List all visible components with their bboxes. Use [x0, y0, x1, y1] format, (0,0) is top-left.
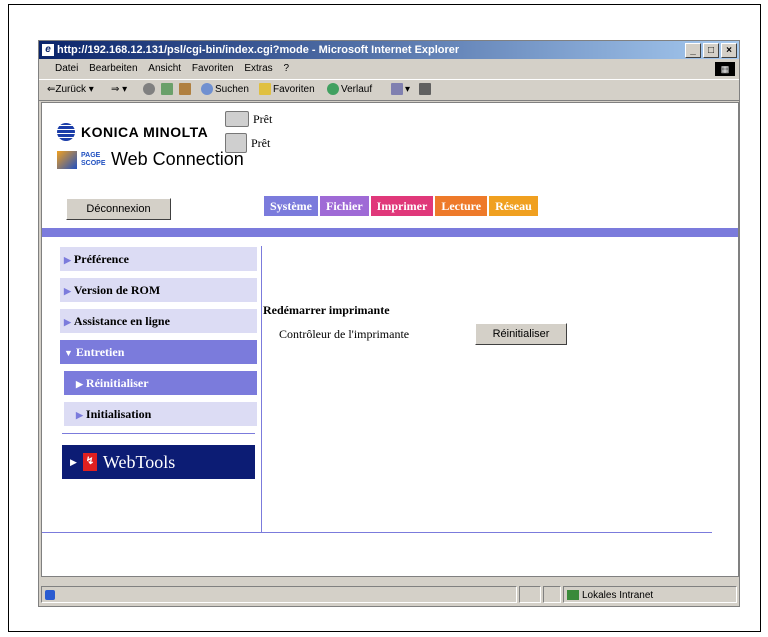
reset-button[interactable]: Réinitialiser	[475, 323, 567, 345]
sidebar-item-preference[interactable]: ▶ Préférence	[60, 247, 257, 271]
status-cell	[543, 586, 561, 603]
sidebar-item-online-assistance[interactable]: ▶ Assistance en ligne	[60, 309, 257, 333]
logout-button[interactable]: Déconnexion	[66, 198, 171, 220]
status-text: Prêt	[251, 135, 271, 150]
controller-label: Contrôleur de l'imprimante	[279, 327, 410, 341]
favorites-label: Favoriten	[273, 84, 315, 95]
sidebar: ▶ Préférence ▶ Version de ROM ▶ Assistance …	[60, 247, 257, 479]
toolbar: ⇐Zurück ▾ ⇒ ▾ Suchen Favoriten Verlauf ▾	[39, 79, 739, 101]
printer-status-1: Prêt	[225, 111, 272, 127]
vertical-divider	[261, 246, 262, 532]
triangle-right-icon: ▶	[64, 255, 71, 265]
menu-favoriten[interactable]: Favoriten	[192, 63, 234, 74]
sidebar-item-label: Assistance en ligne	[73, 314, 170, 328]
refresh-icon[interactable]	[161, 80, 175, 100]
pagescope-icon	[57, 150, 77, 169]
history-icon	[327, 83, 339, 96]
ie-logo-icon: e	[42, 44, 54, 56]
main-tabs: Système Fichier Imprimer Lecture Réseau	[264, 196, 538, 216]
webtools-link[interactable]: ▶ ↯ WebTools	[62, 445, 255, 479]
tab-imprimer[interactable]: Imprimer	[370, 196, 434, 216]
favorites-button[interactable]: Favoriten	[259, 80, 315, 100]
forward-button[interactable]: ⇒ ▾	[111, 80, 127, 100]
printer-status-2: Prêt	[225, 133, 270, 153]
intranet-icon	[567, 590, 579, 601]
menu-bar: Datei Bearbeiten Ansicht Favoriten Extra…	[39, 60, 739, 78]
triangle-right-icon: ▶	[76, 379, 83, 389]
history-button[interactable]: Verlauf	[327, 80, 372, 100]
search-label: Suchen	[215, 84, 249, 95]
status-cell	[519, 586, 541, 603]
stop-icon[interactable]	[143, 80, 157, 100]
scanner-icon	[225, 133, 247, 153]
title-bar: e http://192.168.12.131/psl/cgi-bin/inde…	[39, 41, 739, 59]
tab-label: Réseau	[495, 199, 532, 213]
windows-logo-icon: ▦	[715, 62, 735, 76]
tab-label: Fichier	[326, 199, 363, 213]
menu-ansicht[interactable]: Ansicht	[148, 63, 181, 74]
window-title: http://192.168.12.131/psl/cgi-bin/index.…	[57, 44, 460, 56]
brand-name: KONICA MINOLTA	[81, 124, 209, 140]
sidebar-subitem-reinitialiser[interactable]: ▶ Réinitialiser	[64, 371, 257, 395]
fiery-logo-icon: ↯	[82, 453, 97, 471]
printer-icon	[225, 111, 249, 127]
history-label: Verlauf	[341, 84, 373, 95]
page-title: Redémarrer imprimante	[263, 303, 390, 317]
browser-window: e http://192.168.12.131/psl/cgi-bin/inde…	[38, 40, 740, 607]
webtools-label: WebTools	[102, 451, 176, 472]
footer-divider	[42, 532, 712, 533]
tab-label: Système	[270, 199, 312, 213]
sidebar-item-entretien[interactable]: ▼ Entretien	[60, 340, 257, 364]
triangle-right-icon: ▶	[76, 410, 83, 420]
triangle-right-icon: ▶	[70, 456, 77, 467]
triangle-right-icon: ▶	[64, 286, 71, 296]
favorites-icon	[259, 83, 271, 96]
sidebar-divider	[62, 433, 255, 434]
tab-systeme[interactable]: Système	[264, 196, 318, 216]
status-text: Prêt	[253, 111, 273, 126]
status-main	[41, 586, 517, 603]
sidebar-item-rom-version[interactable]: ▶ Version de ROM	[60, 278, 257, 302]
page-content: KONICA MINOLTA PAGE SCOPE Web Connection…	[41, 102, 739, 577]
sidebar-item-label: Initialisation	[85, 407, 152, 421]
minimize-button[interactable]: _	[685, 43, 701, 58]
menu-bearbeiten[interactable]: Bearbeiten	[89, 63, 137, 74]
tab-fichier[interactable]: Fichier	[320, 196, 369, 216]
menu-datei[interactable]: Datei	[55, 63, 78, 74]
mail-icon[interactable]: ▾	[391, 80, 410, 100]
search-icon	[201, 83, 213, 96]
close-button[interactable]: ×	[721, 43, 737, 58]
home-icon[interactable]	[179, 80, 193, 100]
sidebar-subitem-initialisation[interactable]: ▶ Initialisation	[64, 402, 257, 426]
konica-minolta-logo: KONICA MINOLTA	[57, 123, 208, 141]
web-connection-logo: PAGE SCOPE Web Connection	[57, 149, 244, 170]
product-name: Web Connection	[111, 149, 244, 169]
tab-label: Imprimer	[376, 199, 428, 213]
status-bar: Lokales Intranet	[39, 585, 739, 603]
konica-minolta-globe-icon	[57, 123, 75, 141]
print-icon[interactable]	[419, 80, 433, 100]
back-button[interactable]: ⇐Zurück ▾	[47, 80, 94, 100]
tab-label: Lecture	[441, 199, 482, 213]
tab-reseau[interactable]: Réseau	[489, 196, 538, 216]
sidebar-item-label: Version de ROM	[73, 283, 161, 297]
sidebar-item-label: Réinitialiser	[85, 376, 149, 390]
maximize-button[interactable]: □	[703, 43, 719, 58]
header-divider-bar	[42, 228, 738, 237]
triangle-right-icon: ▶	[64, 317, 71, 327]
search-button[interactable]: Suchen	[201, 80, 249, 100]
back-label: ⇐Zurück	[47, 84, 86, 95]
zone-label: Lokales Intranet	[582, 590, 654, 601]
menu-help[interactable]: ?	[283, 63, 289, 74]
security-zone: Lokales Intranet	[563, 586, 737, 603]
triangle-down-icon: ▼	[64, 348, 73, 358]
sidebar-item-label: Préférence	[73, 252, 129, 266]
page-icon	[45, 590, 55, 600]
menu-extras[interactable]: Extras	[244, 63, 272, 74]
pagescope-label: PAGE SCOPE	[81, 151, 106, 167]
sidebar-item-label: Entretien	[75, 345, 125, 359]
tab-lecture[interactable]: Lecture	[435, 196, 488, 216]
